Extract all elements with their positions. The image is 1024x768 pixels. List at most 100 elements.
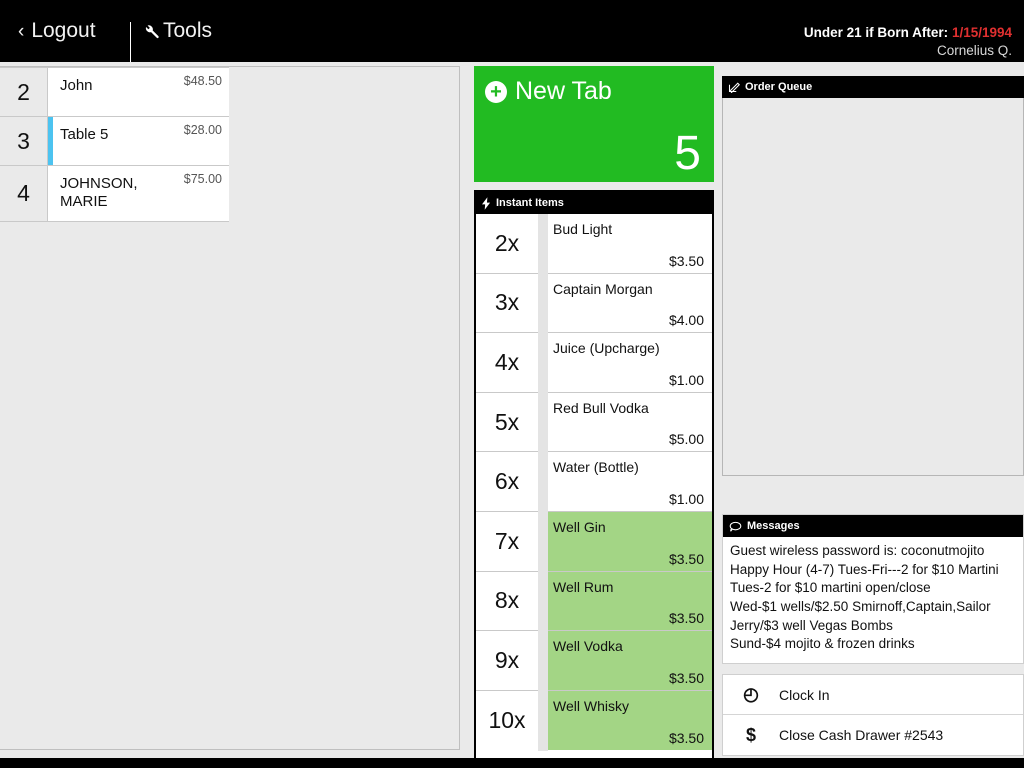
plus-circle-icon: +	[485, 80, 507, 103]
tools-button[interactable]: Tools	[143, 0, 212, 62]
under-21-notice: Under 21 if Born After: 1/15/1994	[804, 24, 1012, 41]
current-user: Cornelius Q.	[936, 43, 1012, 59]
quantity-multiplier-button[interactable]: 7x	[476, 511, 538, 572]
instant-item-name: Well Gin	[553, 518, 606, 535]
under-21-label: Under 21 if Born After:	[803, 25, 949, 40]
tab-number: 4	[0, 166, 48, 221]
dollar-icon: $	[745, 724, 756, 745]
action-label: Close Cash Drawer #2543	[779, 727, 944, 743]
instant-items-list: 2x 3x 4x 5x 6x 7x 8x 9x 10x Bud Light $3.50 Captai…	[476, 214, 712, 751]
quantity-multiplier-button[interactable]: 6x	[476, 452, 538, 512]
open-tabs-list: 2 John $48.50 3 Table 5 $28.00 4 JOHNSON, MARIE…	[0, 67, 459, 222]
instant-item-button[interactable]: Bud Light $3.50	[548, 214, 712, 274]
quantity-multiplier-button[interactable]: 5x	[476, 392, 538, 453]
instant-item-price: $3.50	[668, 610, 704, 627]
instant-item-name: Juice (Upcharge)	[553, 340, 660, 357]
instant-items-header: Instant Items	[476, 192, 712, 214]
center-column: + New Tab 5 Instant Items 2x 3x 4x 5x 6x 7x 8x…	[474, 66, 714, 768]
instant-item-price: $5.00	[668, 431, 704, 448]
messages-panel: Messages Guest wireless password is: coc…	[722, 514, 1024, 664]
table-row[interactable]: 2 John $48.50	[0, 67, 229, 117]
top-bar: ‹ Logout Tools Under 21 if Born After: 1…	[0, 0, 1024, 62]
header-divider	[130, 22, 131, 62]
under-21-date: 1/15/1994	[951, 25, 1012, 40]
instant-item-name: Well Whisky	[553, 697, 629, 714]
tab-body: John $48.50	[48, 68, 229, 116]
instant-items-title: Instant Items	[496, 197, 564, 209]
instant-item-name: Bud Light	[553, 221, 613, 237]
logout-button[interactable]: ‹ Logout	[10, 0, 130, 62]
instant-item-button[interactable]: Captain Morgan $4.00	[548, 273, 712, 334]
new-tab-label: New Tab	[515, 77, 612, 105]
header-status: Under 21 if Born After: 1/15/1994 Cornel…	[804, 24, 1012, 60]
quantity-multiplier-button[interactable]: 4x	[476, 333, 538, 393]
clock-in-button[interactable]: ◴ Clock In	[723, 675, 1023, 715]
lightning-bolt-icon	[482, 196, 491, 210]
tab-number: 2	[0, 68, 48, 116]
instant-item-price: $4.00	[668, 312, 704, 329]
order-queue-title: Order Queue	[745, 81, 813, 93]
right-column: Order Queue Messages Guest wireless pass…	[722, 76, 1024, 756]
wrench-icon	[143, 23, 160, 40]
instant-item-button[interactable]: Well Rum $3.50	[548, 571, 712, 632]
instant-item-price: $3.50	[668, 550, 704, 567]
instant-item-price: $1.00	[668, 490, 704, 507]
tab-body: Table 5 $28.00	[48, 117, 229, 165]
order-queue-panel: Order Queue	[722, 76, 1024, 476]
instant-item-name: Water (Bottle)	[553, 459, 639, 476]
tab-amount: $48.50	[183, 74, 222, 88]
instant-item-button[interactable]: Well Whisky $3.50	[548, 690, 712, 751]
message-line: Tues-2 for $10 martini open/close	[730, 580, 931, 596]
message-line: Jerry/$3 well Vegas Bombs	[730, 617, 893, 633]
instant-item-price: $3.50	[668, 252, 704, 269]
messages-body: Guest wireless password is: coconutmojit…	[723, 537, 1023, 658]
quantity-multiplier-button[interactable]: 9x	[476, 631, 538, 691]
speech-bubble-icon	[729, 521, 742, 532]
tab-amount: $28.00	[183, 123, 222, 137]
action-buttons: ◴ Clock In $ Close Cash Drawer #2543	[722, 674, 1024, 756]
instant-item-name: Red Bull Vodka	[553, 399, 649, 416]
order-queue-body[interactable]	[722, 98, 1024, 476]
multiplier-column: 2x 3x 4x 5x 6x 7x 8x 9x 10x	[476, 214, 548, 751]
instant-item-button[interactable]: Red Bull Vodka $5.00	[548, 392, 712, 453]
action-label: Clock In	[779, 686, 830, 703]
bottom-bar	[0, 758, 1024, 768]
quantity-multiplier-button[interactable]: 8x	[476, 571, 538, 632]
message-line: Guest wireless password is: coconutmojit…	[730, 543, 985, 558]
order-queue-header: Order Queue	[722, 76, 1024, 98]
table-row[interactable]: 3 Table 5 $28.00	[0, 117, 229, 166]
clock-icon: ◴	[743, 684, 759, 704]
quantity-multiplier-button[interactable]: 2x	[476, 214, 538, 274]
quantity-multiplier-button[interactable]: 10x	[476, 690, 538, 751]
close-cash-drawer-button[interactable]: $ Close Cash Drawer #2543	[723, 715, 1023, 755]
pos-app: ‹ Logout Tools Under 21 if Born After: 1…	[0, 0, 1024, 768]
instant-item-button[interactable]: Well Vodka $3.50	[548, 631, 712, 691]
messages-header: Messages	[723, 515, 1023, 537]
message-line: Happy Hour (4-7) Tues-Fri---2 for $10 Ma…	[730, 561, 999, 577]
new-tab-button[interactable]: + New Tab 5	[474, 66, 714, 182]
tab-amount: $75.00	[183, 172, 222, 186]
instant-item-name: Captain Morgan	[553, 280, 653, 297]
new-tab-label-group: + New Tab	[485, 77, 612, 106]
message-line: Wed-$1 wells/$2.50 Smirnoff,Captain,Sail…	[730, 598, 991, 614]
tab-body: JOHNSON, MARIE $75.00	[48, 166, 229, 221]
new-tab-count: 5	[674, 127, 701, 181]
message-line: Sund-$4 mojito & frozen drinks	[730, 636, 915, 652]
table-row[interactable]: 4 JOHNSON, MARIE $75.00	[0, 166, 229, 222]
messages-title: Messages	[747, 520, 800, 532]
instant-items-panel: Instant Items 2x 3x 4x 5x 6x 7x 8x 9x 10x Bud Li…	[474, 190, 714, 768]
instant-item-name: Well Rum	[553, 578, 614, 595]
tab-number: 3	[0, 117, 48, 165]
logout-label: Logout	[31, 19, 96, 42]
instant-item-button[interactable]: Juice (Upcharge) $1.00	[548, 333, 712, 393]
open-tabs-panel: 2 John $48.50 3 Table 5 $28.00 4 JOHNSON, MARIE…	[0, 66, 460, 750]
quantity-multiplier-button[interactable]: 3x	[476, 273, 538, 334]
instant-item-price: $3.50	[668, 730, 704, 747]
tools-label: Tools	[163, 19, 213, 42]
instant-item-button[interactable]: Water (Bottle) $1.00	[548, 452, 712, 512]
chevron-left-icon: ‹	[18, 20, 25, 42]
instant-item-button[interactable]: Well Gin $3.50	[548, 511, 712, 572]
instant-item-price: $3.50	[668, 669, 704, 686]
pencil-square-icon	[728, 81, 740, 93]
tab-selected-accent	[48, 117, 53, 165]
